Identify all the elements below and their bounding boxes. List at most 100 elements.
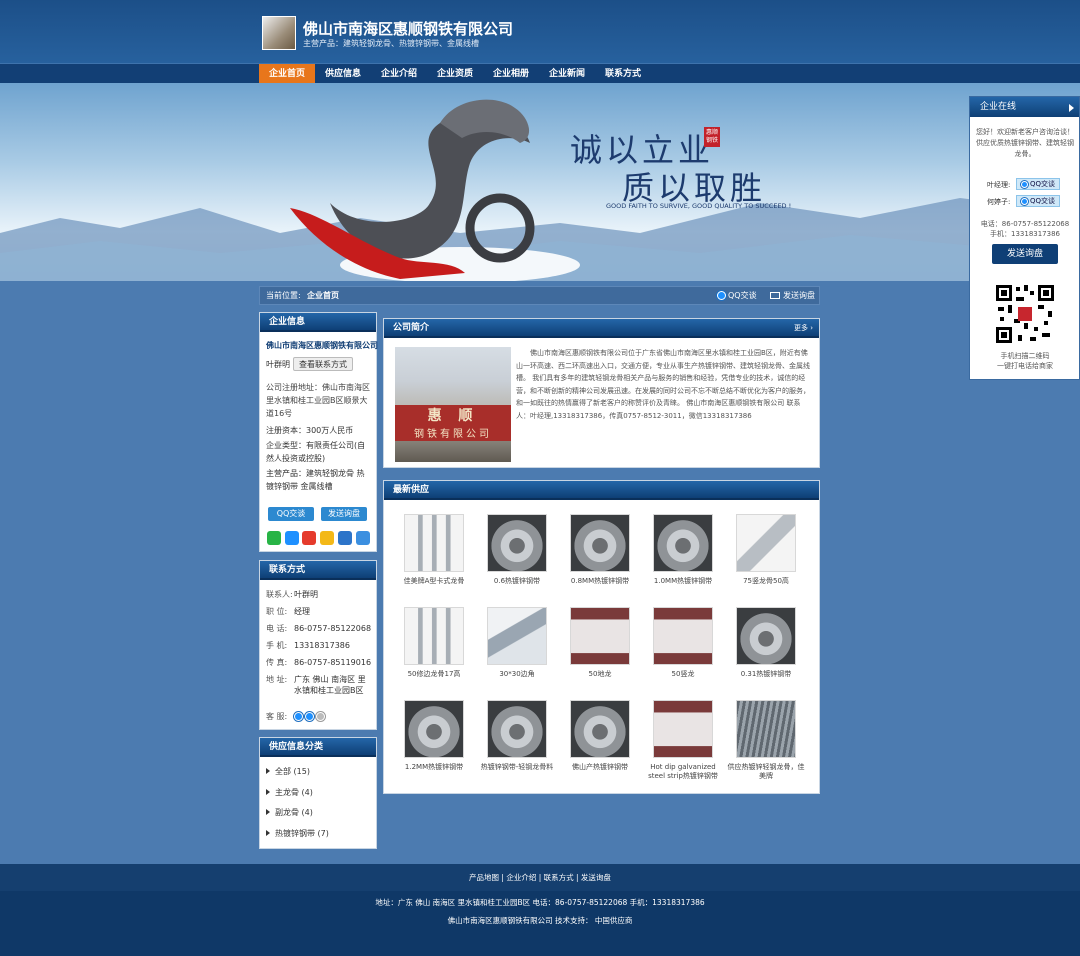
product-item[interactable]: Hot dip galvanized steel strip热镀锌钢带 [643,700,723,781]
product-item[interactable]: 热镀锌钢带-轻钢龙骨料 [477,700,557,772]
product-name[interactable]: 供应热镀锌轻钢龙骨，佳美牌 [726,763,806,781]
product-item[interactable]: 1.2MM热镀锌钢带 [394,700,474,772]
product-image[interactable] [570,514,630,572]
product-item[interactable]: 佛山产热镀锌钢带 [560,700,640,772]
contact-title: 联系方式 [260,561,376,580]
company-name[interactable]: 佛山市南海区惠顺钢铁有限公司 [303,18,513,39]
banner-english-slogan: GOOD FAITH TO SURVIVE, GOOD QUALITY TO S… [606,202,792,210]
product-name[interactable]: Hot dip galvanized steel strip热镀锌钢带 [643,763,723,781]
breadcrumb-current[interactable]: 企业首页 [307,287,339,304]
product-item[interactable]: 30*30边角 [477,607,557,679]
product-image[interactable] [570,607,630,665]
footer-address: 地址：广东 佛山 南海区 里水镇和桂工业园B区 电话：86-0757-85122… [375,898,705,907]
product-image[interactable] [570,700,630,758]
product-item[interactable]: 供应热镀锌轻钢龙骨，佳美牌 [726,700,806,781]
product-name[interactable]: 0.6热镀锌钢带 [477,577,557,586]
tencent-share-icon[interactable] [338,531,352,545]
service-person: 叶经理: [987,181,1011,189]
product-item[interactable]: 75竖龙骨50高 [726,514,806,586]
product-image[interactable] [487,607,547,665]
product-image[interactable] [653,607,713,665]
product-name[interactable]: 75竖龙骨50高 [726,577,806,586]
weibo-share-icon[interactable] [302,531,316,545]
product-name[interactable]: 50竖龙 [643,670,723,679]
product-item[interactable]: 0.31热镀锌钢带 [726,607,806,679]
product-item[interactable]: 50修边龙骨17高 [394,607,474,679]
product-image[interactable] [736,700,796,758]
product-name[interactable]: 50修边龙骨17高 [394,670,474,679]
product-image[interactable] [653,514,713,572]
category-item[interactable]: 全部 (15) [266,766,310,777]
product-image[interactable] [487,700,547,758]
nav-item-home[interactable]: 企业首页 [259,64,315,84]
qq-share-icon[interactable] [285,531,299,545]
product-item[interactable]: 佳美牌A型卡式龙骨 [394,514,474,586]
banner-seal: 惠顺钢铁 [704,127,720,147]
side-qq-button[interactable]: QQ交谈 [1016,195,1060,207]
product-name[interactable]: 0.31热镀锌钢带 [726,670,806,679]
nav-item-intro[interactable]: 企业介绍 [371,64,427,84]
contact-key: 地 址: [266,675,288,684]
view-contact-button[interactable]: 查看联系方式 [293,357,353,371]
crumb-qq-link[interactable]: QQ交谈 [717,287,757,304]
category-item[interactable]: 主龙骨 (4) [266,787,313,798]
crumb-inquiry-link[interactable]: 发送询盘 [770,287,815,304]
product-name[interactable]: 1.2MM热镀锌钢带 [394,763,474,772]
send-inquiry-button[interactable]: 发送询盘 [321,507,367,521]
crumb-inquiry-label: 发送询盘 [783,291,815,300]
contact-value: 经理 [294,607,310,616]
qq-chat-button[interactable]: QQ交谈 [268,507,314,521]
product-image[interactable] [736,514,796,572]
nav-item-album[interactable]: 企业相册 [483,64,539,84]
product-item[interactable]: 0.8MM热镀锌钢带 [560,514,640,586]
collapse-arrow-icon[interactable] [1069,104,1074,112]
nav-item-supply[interactable]: 供应信息 [315,64,371,84]
product-name[interactable]: 30*30边角 [477,670,557,679]
product-item[interactable]: 1.0MM热镀锌钢带 [643,514,723,586]
more-share-icon[interactable] [356,531,370,545]
footer-copyright: 佛山市南海区惠顺钢铁有限公司 技术支持： 中国供应商 [447,916,633,925]
product-name[interactable]: 热镀锌钢带-轻钢龙骨料 [477,763,557,772]
side-qq-button[interactable]: QQ交谈 [1016,178,1060,190]
qzone-share-icon[interactable] [320,531,334,545]
product-name[interactable]: 1.0MM热镀锌钢带 [643,577,723,586]
product-name[interactable]: 50地龙 [560,670,640,679]
main-products-slogan: 主营产品：建筑轻钢龙骨、热镀锌钢带、金属线槽 [303,39,479,48]
product-item[interactable]: 50竖龙 [643,607,723,679]
product-name[interactable]: 0.8MM热镀锌钢带 [560,577,640,586]
nav-item-qualification[interactable]: 企业资质 [427,64,483,84]
footer-links[interactable]: 产品地图 | 企业介绍 | 联系方式 | 发送询盘 [0,864,1080,891]
qq-service-icon[interactable] [305,712,314,721]
breadcrumb: 当前位置: 企业首页 QQ交谈 发送询盘 [259,286,820,305]
hero-banner: 诚以立业 质以取胜 惠顺钢铁 GOOD FAITH TO SURVIVE, GO… [0,83,1080,281]
intro-more-link[interactable]: 更多 › [794,323,813,333]
qr-caption-2: 一键打电话给商家 [997,362,1053,370]
company-intro-panel: 公司简介 更多 › 惠 顺 钢铁有限公司 佛山市南海区惠顺钢铁有限公司位于广东省… [383,318,820,468]
product-item[interactable]: 50地龙 [560,607,640,679]
product-image[interactable] [404,607,464,665]
company-gate-photo[interactable]: 惠 顺 钢铁有限公司 [395,347,511,462]
intro-title: 公司简介 [384,319,819,338]
product-name[interactable]: 佛山产热镀锌钢带 [560,763,640,772]
qr-code-image [994,283,1056,345]
product-image[interactable] [404,700,464,758]
nav-item-contact[interactable]: 联系方式 [595,64,651,84]
product-name[interactable]: 佳美牌A型卡式龙骨 [394,577,474,586]
category-item[interactable]: 副龙骨 (4) [266,807,313,818]
qq-service-offline-icon[interactable] [316,712,325,721]
wechat-share-icon[interactable] [267,531,281,545]
side-inquiry-button[interactable]: 发送询盘 [992,244,1058,264]
company-logo[interactable] [262,16,296,50]
company-info-name[interactable]: 佛山市南海区惠顺钢铁有限公司 [266,340,378,351]
product-image[interactable] [404,514,464,572]
nav-item-news[interactable]: 企业新闻 [539,64,595,84]
qq-service-icon[interactable] [294,712,303,721]
company-info-capital: 注册资本：300万人民币 [266,426,354,435]
category-item[interactable]: 热镀锌钢带 (7) [266,828,329,839]
product-item[interactable]: 0.6热镀锌钢带 [477,514,557,586]
footer-info: 地址：广东 佛山 南海区 里水镇和桂工业园B区 电话：86-0757-85122… [0,891,1080,956]
contact-value: 86-0757-85122068 [294,624,372,633]
product-image[interactable] [487,514,547,572]
product-image[interactable] [736,607,796,665]
product-image[interactable] [653,700,713,758]
